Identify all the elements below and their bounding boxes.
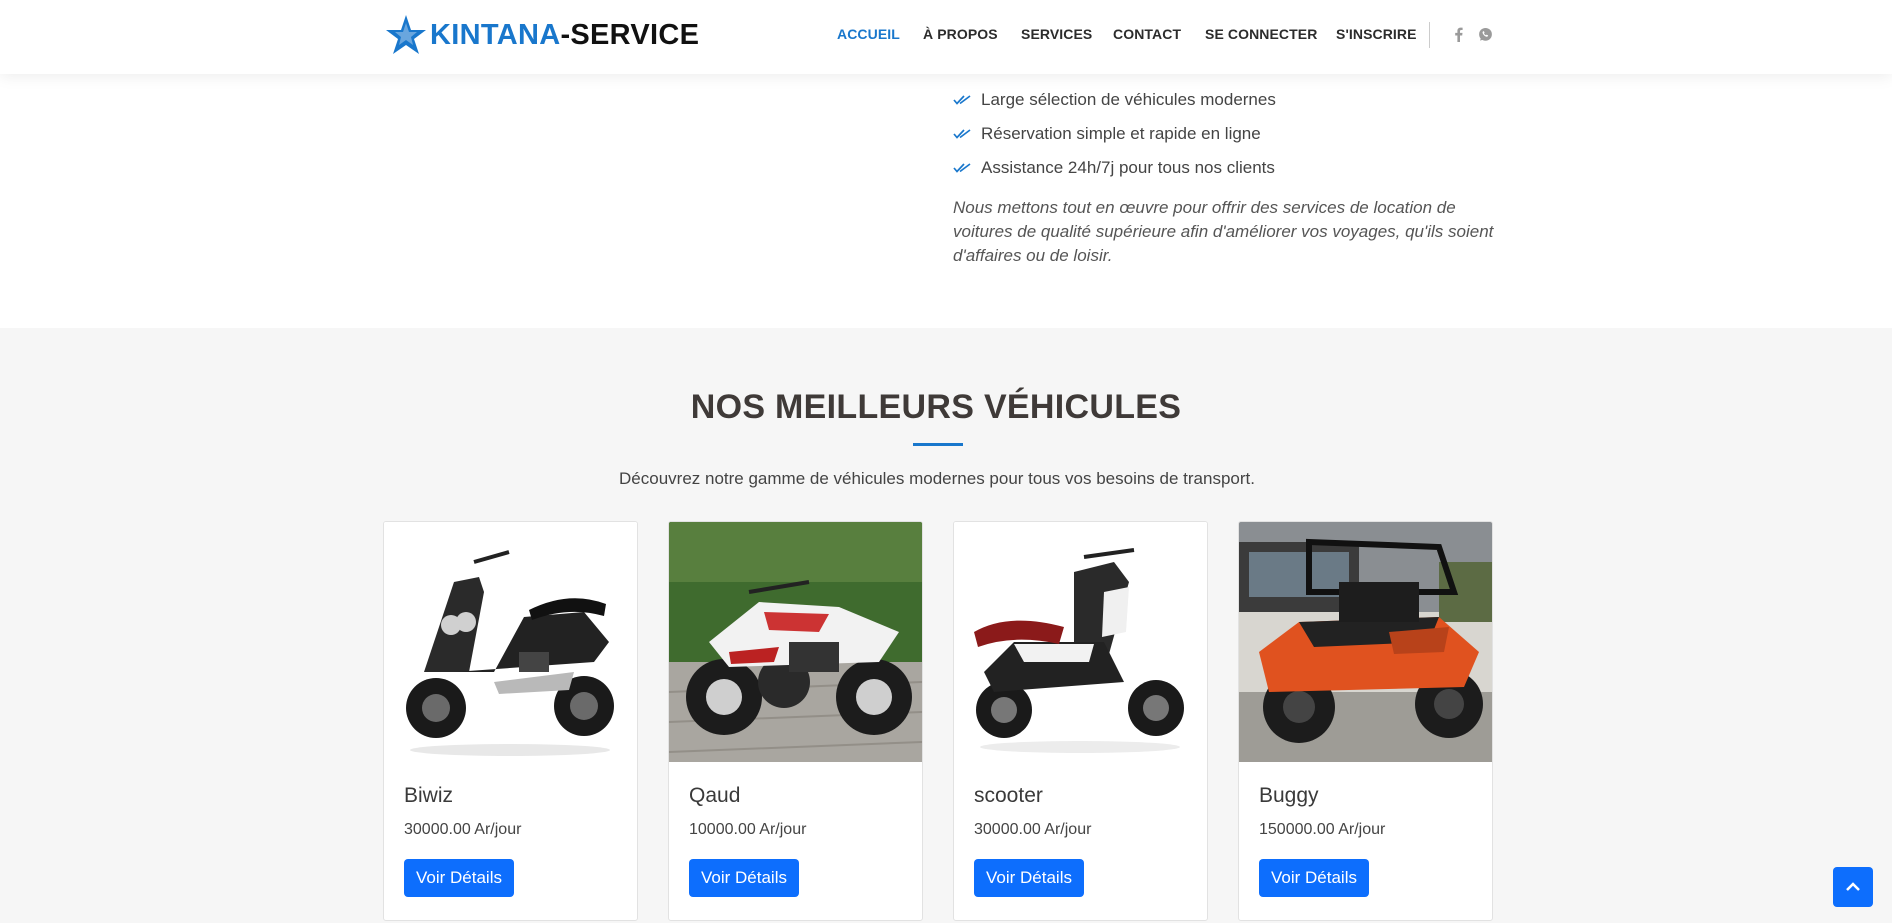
double-check-icon — [953, 95, 971, 105]
feature-item: Large sélection de véhicules modernes — [953, 90, 1276, 110]
vehicle-name: scooter — [974, 784, 1043, 807]
vehicle-price: 30000.00 Ar/jour — [404, 821, 522, 838]
vehicle-name: Qaud — [689, 784, 741, 807]
vehicle-name: Buggy — [1259, 784, 1319, 807]
logo-text-brand: KINTANA — [430, 18, 561, 51]
voir-details-button[interactable]: Voir Détails — [404, 859, 514, 897]
double-check-icon — [953, 163, 971, 173]
whatsapp-icon[interactable] — [1477, 25, 1493, 43]
vehicle-card: Qaud 10000.00 Ar/jour Voir Détails — [668, 521, 923, 921]
vehicle-price: 30000.00 Ar/jour — [974, 821, 1092, 838]
nav-se-connecter[interactable]: SE CONNECTER — [1205, 26, 1317, 42]
scooter-image — [384, 522, 637, 762]
title-underline — [913, 443, 963, 446]
site-header: KINTANA-SERVICE ACCUEIL À PROPOS SERVICE… — [0, 0, 1892, 74]
logo-text-suffix: -SERVICE — [560, 18, 700, 51]
nav-s-inscrire[interactable]: S'INSCRIRE — [1336, 26, 1417, 42]
feature-item: Réservation simple et rapide en ligne — [953, 124, 1261, 144]
vehicle-card: Buggy 150000.00 Ar/jour Voir Détails — [1238, 521, 1493, 921]
back-to-top-button[interactable] — [1833, 867, 1873, 907]
facebook-icon[interactable] — [1450, 25, 1466, 43]
logo-text: KINTANA-SERVICE — [430, 19, 699, 52]
buggy-image — [1239, 522, 1492, 762]
vehicle-price: 150000.00 Ar/jour — [1259, 821, 1386, 838]
vehicle-card: Biwiz 30000.00 Ar/jour Voir Détails — [383, 521, 638, 921]
voir-details-button[interactable]: Voir Détails — [689, 859, 799, 897]
star-logo-icon — [386, 15, 426, 54]
about-quote: Nous mettons tout en œuvre pour offrir d… — [953, 198, 1494, 265]
vehicle-image — [1239, 522, 1492, 762]
chevron-up-icon — [1846, 882, 1860, 891]
feature-text: Large sélection de véhicules modernes — [981, 90, 1276, 109]
feature-text: Réservation simple et rapide en ligne — [981, 124, 1261, 143]
nav-a-propos[interactable]: À PROPOS — [923, 26, 998, 42]
feature-item: Assistance 24h/7j pour tous nos clients — [953, 158, 1275, 178]
voir-details-button[interactable]: Voir Détails — [1259, 859, 1369, 897]
nav-divider — [1429, 22, 1430, 48]
section-title: NOS MEILLEURS VÉHICULES — [690, 388, 1182, 426]
scooter-image — [954, 522, 1207, 762]
vehicle-image — [384, 522, 637, 762]
vehicle-card: scooter 30000.00 Ar/jour Voir Détails — [953, 521, 1208, 921]
vehicle-price: 10000.00 Ar/jour — [689, 821, 807, 838]
nav-contact[interactable]: CONTACT — [1113, 26, 1181, 42]
vehicle-image — [954, 522, 1207, 762]
quad-image — [669, 522, 922, 762]
nav-accueil[interactable]: ACCUEIL — [837, 26, 900, 42]
double-check-icon — [953, 129, 971, 139]
vehicle-image — [669, 522, 922, 762]
about-section: Large sélection de véhicules modernes Ré… — [0, 74, 1892, 328]
voir-details-button[interactable]: Voir Détails — [974, 859, 1084, 897]
site-logo[interactable]: KINTANA-SERVICE — [384, 13, 699, 57]
nav-services[interactable]: SERVICES — [1021, 26, 1092, 42]
section-subtitle: Découvrez notre gamme de véhicules moder… — [619, 469, 1255, 488]
vehicles-section: NOS MEILLEURS VÉHICULES Découvrez notre … — [0, 328, 1892, 923]
vehicle-name: Biwiz — [404, 784, 454, 807]
feature-text: Assistance 24h/7j pour tous nos clients — [981, 158, 1275, 177]
